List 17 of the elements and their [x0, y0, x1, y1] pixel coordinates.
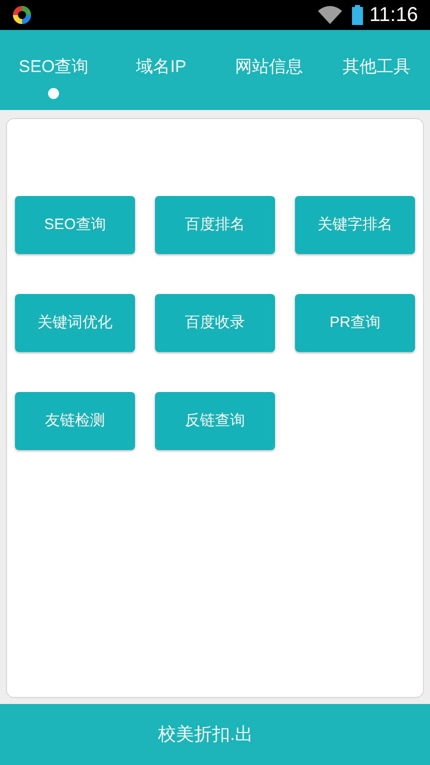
tool-button[interactable]: 关键字排名 [295, 196, 415, 254]
tab[interactable]: 其他工具 [342, 54, 410, 98]
clock-time: 11:16 [369, 3, 418, 28]
tool-button[interactable]: SEO查询 [15, 196, 135, 254]
tool-button[interactable]: PR查询 [295, 294, 415, 352]
tool-button[interactable]: 百度收录 [155, 294, 275, 352]
tool-button[interactable]: 关键词优化 [15, 294, 135, 352]
wifi-icon [318, 6, 342, 24]
tool-button[interactable]: 反链查询 [155, 392, 275, 450]
tab[interactable]: 域名IP [136, 54, 186, 98]
tab[interactable]: SEO查询 [18, 54, 89, 98]
app-icon [12, 5, 32, 25]
tool-button[interactable]: 百度排名 [155, 196, 275, 254]
tool-button[interactable]: 友链检测 [15, 392, 135, 450]
battery-icon [352, 5, 364, 25]
footer-text: 校美折扣.出 [158, 723, 254, 746]
tab[interactable]: 网站信息 [234, 54, 303, 98]
